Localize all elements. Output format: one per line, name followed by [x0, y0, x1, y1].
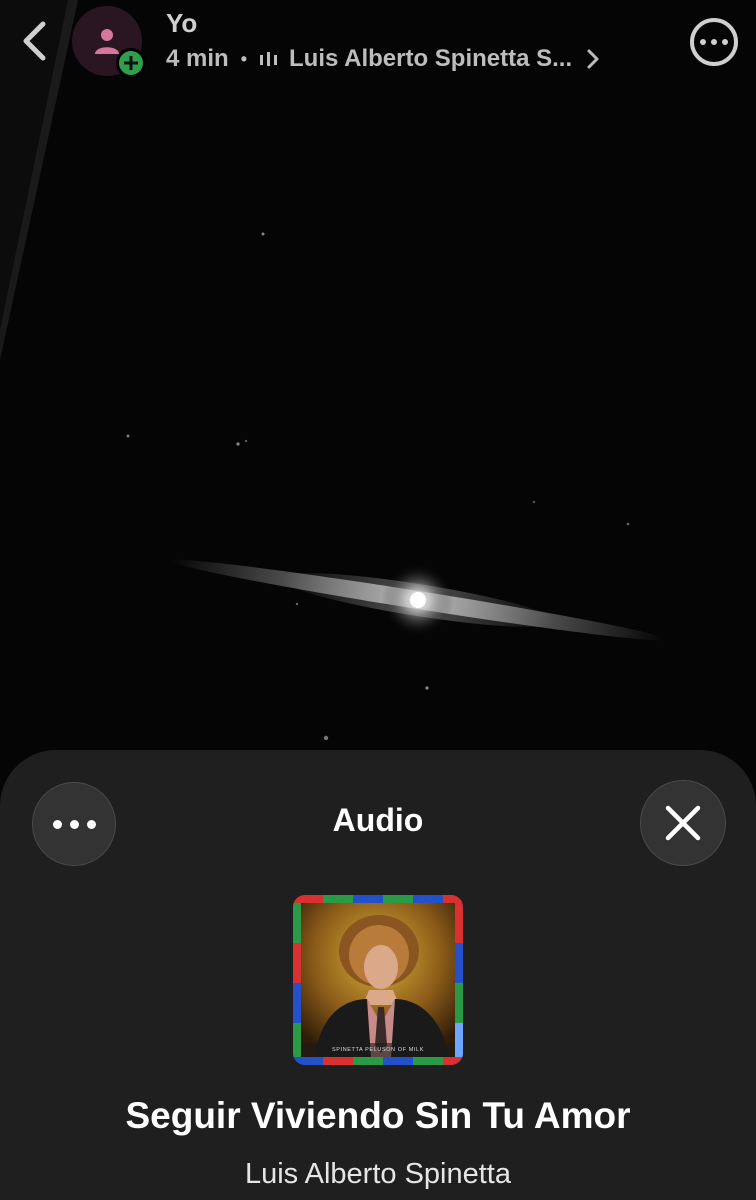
chevron-right-icon [587, 49, 599, 69]
user-name[interactable]: Yo [166, 8, 197, 39]
story-options-button[interactable] [690, 18, 738, 66]
track-title: Seguir Viviendo Sin Tu Amor [125, 1095, 631, 1136]
audio-sheet: Audio SPINETTA PELUSON OF MILK Seguir Vi… [0, 750, 756, 1200]
back-button[interactable] [14, 18, 54, 64]
chevron-left-icon [23, 21, 46, 61]
album-cover-image: SPINETTA PELUSON OF MILK [293, 895, 463, 1065]
time-ago: 4 min [166, 45, 229, 72]
add-to-story-button[interactable] [116, 48, 146, 78]
story-header: Yo 4 min • Luis Alberto Spinetta S... [0, 0, 756, 90]
night-sky-photo [0, 0, 756, 800]
track-artist[interactable]: Luis Alberto Spinetta [0, 1158, 756, 1191]
song-link-text: Luis Alberto Spinetta S... [289, 45, 573, 72]
story-photo [0, 0, 756, 800]
audio-bars-icon [260, 52, 277, 66]
close-icon [665, 805, 701, 841]
more-horizontal-icon [700, 39, 706, 45]
story-meta: 4 min • Luis Alberto Spinetta S... [166, 44, 600, 74]
song-link[interactable]: Luis Alberto Spinetta S... [259, 45, 600, 73]
close-button[interactable] [640, 780, 726, 866]
album-cover[interactable]: SPINETTA PELUSON OF MILK [293, 895, 463, 1065]
plus-icon [124, 56, 138, 70]
album-cover-text: SPINETTA PELUSON OF MILK [332, 1047, 424, 1053]
meta-separator: • [240, 48, 247, 69]
person-icon [95, 29, 119, 54]
